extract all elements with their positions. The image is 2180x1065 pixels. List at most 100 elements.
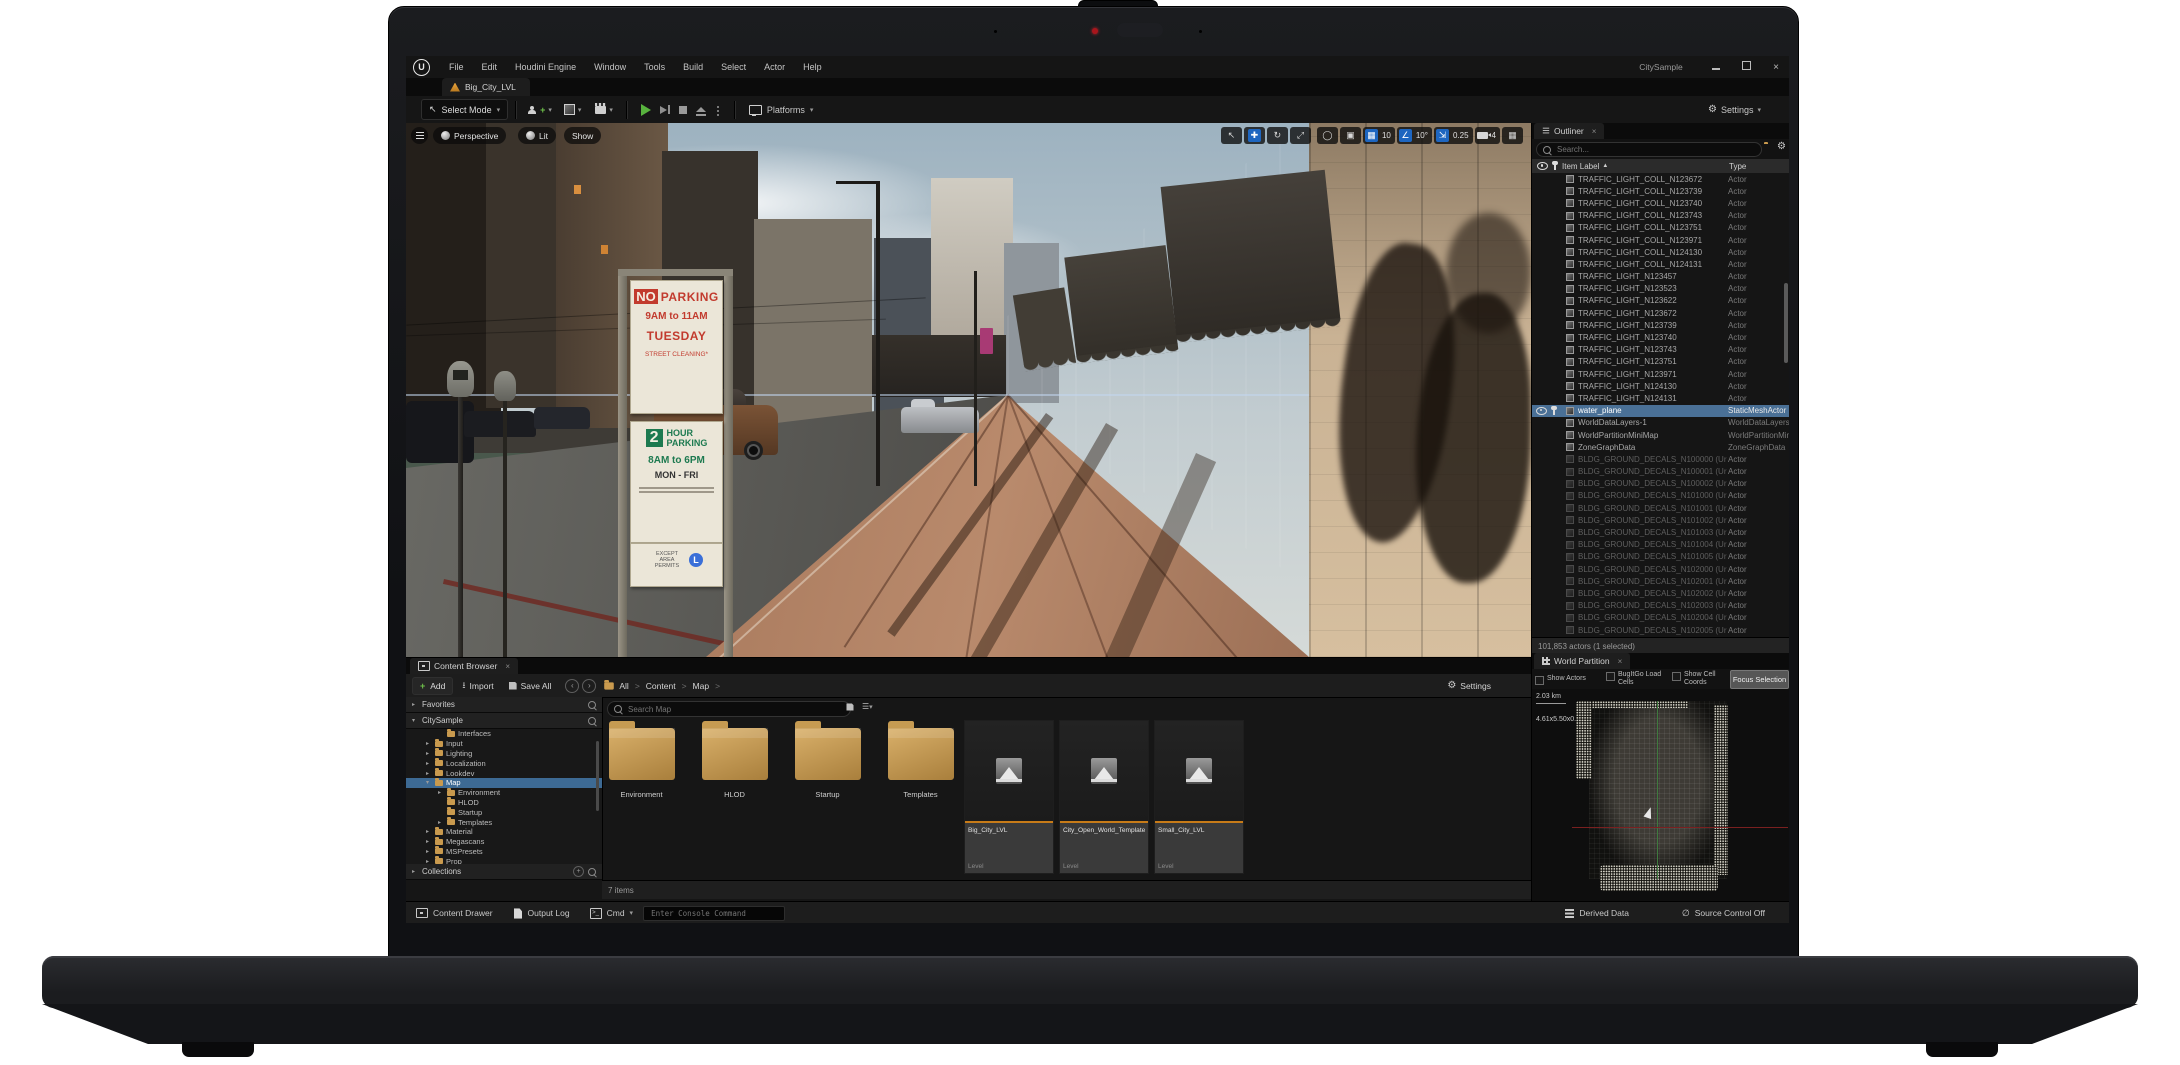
outliner-row[interactable]: TRAFFIC_LIGHT_COLL_N123971 Actor <box>1532 234 1789 246</box>
type-column[interactable]: Type <box>1729 162 1746 171</box>
outliner-row[interactable]: BLDG_GROUND_DECALS_N102005 (Ur Actor <box>1532 624 1789 636</box>
console-input-box[interactable] <box>643 905 786 921</box>
tree-item-input[interactable]: ▸ Input <box>406 738 602 749</box>
scale-tool-button[interactable]: ⤢ <box>1289 127 1311 144</box>
import-button[interactable]: ⭳ Import <box>453 678 502 694</box>
stop-button[interactable] <box>678 105 687 114</box>
close-icon[interactable]: × <box>1592 127 1597 136</box>
outliner-settings-icon[interactable]: ⚙ <box>1777 141 1786 152</box>
expander-icon[interactable]: ▸ <box>426 760 432 767</box>
save-search-icon[interactable] <box>846 703 854 713</box>
expander-icon[interactable]: ▸ <box>426 848 432 855</box>
outliner-row[interactable]: TRAFFIC_LIGHT_COLL_N123739 Actor <box>1532 185 1789 197</box>
back-button[interactable]: ‹ <box>565 678 580 693</box>
play-button[interactable] <box>640 103 651 116</box>
skip-button[interactable] <box>659 105 670 114</box>
tree-item-localization[interactable]: ▸ Localization <box>406 758 602 768</box>
breadcrumb-content[interactable]: Content <box>646 681 676 691</box>
tab-world-partition[interactable]: World Partition × <box>1534 653 1631 669</box>
world-partition-minimap[interactable]: 2.03 km 4.61x5.50x0.77 km <box>1532 689 1789 901</box>
show-button[interactable]: Show <box>564 127 602 144</box>
tree-item-templates[interactable]: ▸ Templates <box>406 817 602 827</box>
outliner-row[interactable]: ZoneGraphData ZoneGraphData <box>1532 441 1789 453</box>
add-collection-icon[interactable]: + <box>573 866 584 877</box>
search-icon[interactable] <box>588 700 596 709</box>
outliner-row[interactable]: BLDG_GROUND_DECALS_N102002 (Ur Actor <box>1532 587 1789 599</box>
eject-button[interactable] <box>695 107 706 116</box>
breadcrumb-map[interactable]: Map <box>693 681 710 691</box>
expander-icon[interactable]: ▸ <box>438 819 444 826</box>
content-asset-small_city_lvl[interactable]: Small_City_LVL Level <box>1154 720 1244 874</box>
outliner-row[interactable]: TRAFFIC_LIGHT_N123971 Actor <box>1532 368 1789 380</box>
menu-tools[interactable]: Tools <box>635 56 674 78</box>
restore-button[interactable] <box>1739 61 1753 73</box>
grid-snap-button[interactable]: ▦ 10 <box>1362 127 1395 144</box>
expander-icon[interactable]: ▸ <box>438 789 444 796</box>
bugitgo-load-cells-checkbox[interactable]: BugItGo Load Cells <box>1606 671 1668 687</box>
outliner-row[interactable]: BLDG_GROUND_DECALS_N102000 (Ur Actor <box>1532 563 1789 575</box>
level-tab[interactable]: Big_City_LVL <box>442 78 530 96</box>
outliner-row[interactable]: WorldPartitionMiniMap WorldPartitionMin <box>1532 429 1789 441</box>
outliner-row[interactable]: water_plane StaticMeshActor <box>1532 404 1789 417</box>
outliner-row[interactable]: BLDG_GROUND_DECALS_N102003 (Ur Actor <box>1532 600 1789 612</box>
show-actors-checkbox[interactable]: Show Actors <box>1535 675 1603 685</box>
blueprints-button[interactable]: ▾ <box>556 104 590 115</box>
asset-search[interactable] <box>607 701 851 717</box>
outliner-row[interactable]: TRAFFIC_LIGHT_N123622 Actor <box>1532 295 1789 307</box>
content-drawer-button[interactable]: Content Drawer <box>406 902 503 923</box>
pin-column-icon[interactable] <box>1552 161 1558 170</box>
tree-item-startup[interactable]: Startup <box>406 807 602 817</box>
outliner-row[interactable]: WorldDataLayers-1 WorldDataLayers <box>1532 417 1789 429</box>
search-icon[interactable] <box>588 867 596 876</box>
outliner-row[interactable]: TRAFFIC_LIGHT_N123751 Actor <box>1532 356 1789 368</box>
add-button[interactable]: + Add <box>412 676 454 695</box>
favorites-header[interactable]: ▸ Favorites <box>406 697 602 713</box>
view-options-icon[interactable]: ☰▾ <box>862 702 873 711</box>
outliner-row[interactable]: TRAFFIC_LIGHT_N123457 Actor <box>1532 271 1789 283</box>
eye-column-icon[interactable] <box>1537 162 1548 170</box>
menu-actor[interactable]: Actor <box>755 56 794 78</box>
tab-content-browser[interactable]: Content Browser × <box>410 658 518 674</box>
outliner-row[interactable]: BLDG_GROUND_DECALS_N101004 (Ur Actor <box>1532 539 1789 551</box>
content-folder-templates[interactable]: Templates <box>881 716 960 799</box>
source-control-button[interactable]: ∅ Source Control Off <box>1672 902 1775 923</box>
tree-item-hlod[interactable]: HLOD <box>406 797 602 808</box>
eye-icon[interactable] <box>1536 406 1547 415</box>
tree-item-lookdev[interactable]: ▸ Lookdev <box>406 768 602 778</box>
outliner-row[interactable]: TRAFFIC_LIGHT_N123672 Actor <box>1532 307 1789 319</box>
expander-icon[interactable]: ▸ <box>426 828 432 835</box>
expander-icon[interactable]: ▸ <box>426 770 432 777</box>
close-button[interactable]: × <box>1769 62 1783 73</box>
outliner-row[interactable]: BLDG_GROUND_DECALS_N102001 (Ur Actor <box>1532 575 1789 587</box>
outliner-row[interactable]: BLDG_GROUND_DECALS_N101003 (Ur Actor <box>1532 526 1789 538</box>
menu-build[interactable]: Build <box>674 56 712 78</box>
rotate-tool-button[interactable]: ↻ <box>1266 127 1288 144</box>
menu-window[interactable]: Window <box>585 56 635 78</box>
world-space-button[interactable]: ◯ <box>1316 127 1338 144</box>
tree-item-environment[interactable]: ▸ Environment <box>406 787 602 798</box>
outliner-row[interactable]: BLDG_GROUND_DECALS_N101001 (Ur Actor <box>1532 502 1789 514</box>
tree-item-material[interactable]: ▸ Material <box>406 826 602 837</box>
tab-outliner[interactable]: Outliner × <box>1534 123 1605 139</box>
outliner-row[interactable]: TRAFFIC_LIGHT_N123743 Actor <box>1532 344 1789 356</box>
3d-viewport[interactable]: NO PARKING 9AM to 11AM TUESDAY STREET CLE… <box>406 123 1531 657</box>
tree-item-megascans[interactable]: ▸ Megascans <box>406 836 602 847</box>
outliner-row[interactable]: TRAFFIC_LIGHT_N123523 Actor <box>1532 283 1789 295</box>
settings-button[interactable]: ⚙ Settings ▾ <box>1708 104 1761 115</box>
camera-speed-button[interactable]: 4 <box>1474 127 1500 144</box>
minimize-button[interactable] <box>1709 62 1723 73</box>
select-mode-button[interactable]: ↖ Select Mode ▾ <box>421 99 509 120</box>
outliner-row[interactable]: BLDG_GROUND_DECALS_N101002 (Ur Actor <box>1532 514 1789 526</box>
show-cell-coords-checkbox[interactable]: Show Cell Coords <box>1672 671 1728 687</box>
scale-snap-button[interactable]: ⇲ 0.25 <box>1433 127 1473 144</box>
move-tool-button[interactable]: ✚ <box>1243 127 1265 144</box>
outliner-row[interactable]: TRAFFIC_LIGHT_COLL_N124131 Actor <box>1532 258 1789 270</box>
breadcrumb-all[interactable]: All <box>619 681 628 691</box>
tree-item-interfaces[interactable]: Interfaces <box>406 728 602 739</box>
outliner-row[interactable]: BLDG_GROUND_DECALS_N102004 (Ur Actor <box>1532 612 1789 624</box>
rotation-snap-button[interactable]: ∠ 10° <box>1396 127 1432 144</box>
outliner-row[interactable]: BLDG_GROUND_DECALS_N100002 (Ur Actor <box>1532 478 1789 490</box>
outliner-row[interactable]: BLDG_GROUND_DECALS_N100000 (Ur Actor <box>1532 453 1789 465</box>
output-log-button[interactable]: Output Log <box>503 902 580 923</box>
outliner-row[interactable]: BLDG_GROUND_DECALS_N101000 (Ur Actor <box>1532 490 1789 502</box>
